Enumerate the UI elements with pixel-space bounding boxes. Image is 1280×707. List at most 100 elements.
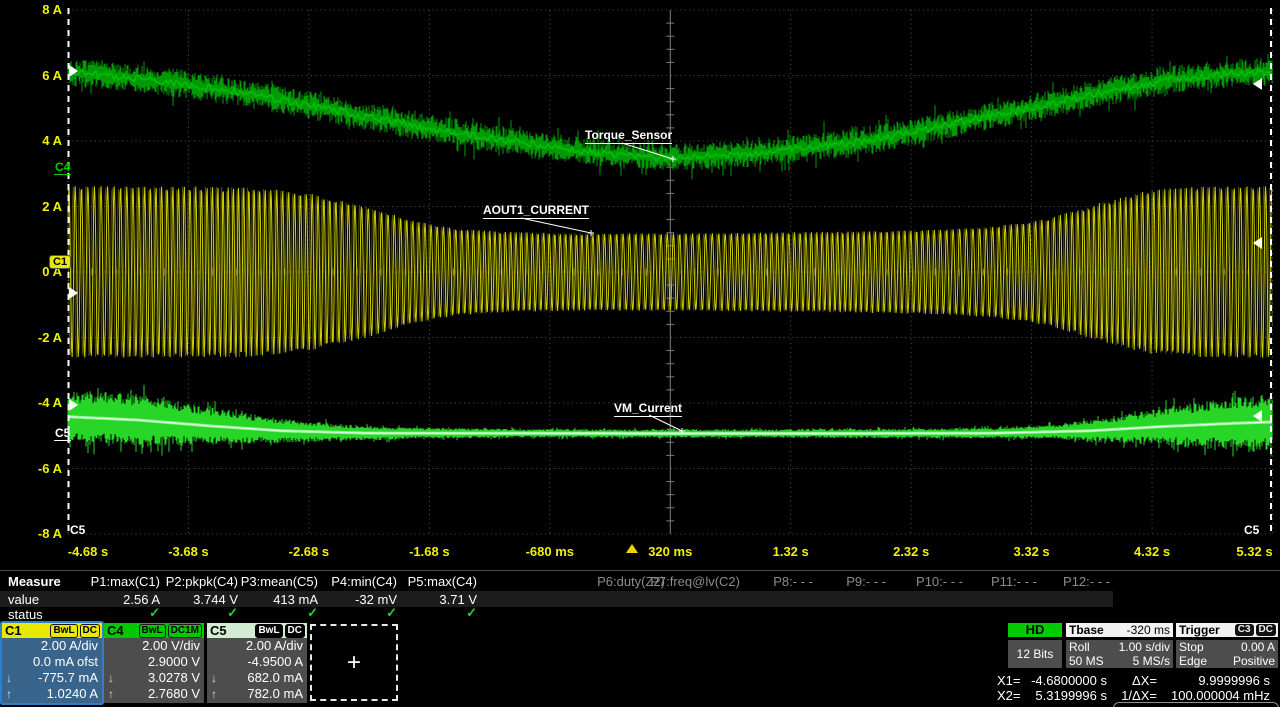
hd-resolution[interactable]: 12 Bits — [1008, 640, 1062, 668]
channel-badge: BwL — [255, 624, 282, 638]
channel-max: ↑1.0240 A — [2, 686, 102, 702]
timebase-rate: 5 MS/s — [1133, 654, 1170, 668]
trigger-box[interactable]: Trigger C3 DC Stop 0.00 A Edge Positive — [1176, 623, 1278, 668]
timebase-box[interactable]: Tbase -320 ms Roll 1.00 s/div 50 MS 5 MS… — [1066, 623, 1173, 668]
channel-minmax-value: -775.7 mA — [12, 670, 102, 686]
channel-marker-C1[interactable]: C1 — [49, 255, 71, 269]
channel-min: ↓3.0278 V — [104, 670, 204, 686]
arrow-up-icon: ↑ — [2, 686, 12, 702]
arrow-down-icon: ↓ — [207, 670, 217, 686]
channel-max: ↑2.7680 V — [104, 686, 204, 702]
x-axis-label: -2.68 s — [264, 544, 354, 559]
trace-label[interactable]: VM_Current — [614, 401, 682, 417]
x1-value: -4.6800000 s — [1012, 673, 1107, 688]
x-axis-label: -680 ms — [505, 544, 595, 559]
arrow-down-icon: ↓ — [104, 670, 114, 686]
y-axis-label: -6 A — [6, 461, 62, 476]
channel-minmax-value: 2.7680 V — [114, 686, 204, 702]
x-axis-label: 3.32 s — [987, 544, 1077, 559]
arrow-down-icon: ↓ — [2, 670, 12, 686]
channel-badge: BwL — [139, 624, 166, 638]
timebase-record: 50 MS — [1069, 654, 1133, 668]
x2-value: 5.3199996 s — [1012, 688, 1107, 703]
inv-dx-label: 1/ΔX= — [1102, 688, 1157, 703]
arrow-up-icon: ↑ — [104, 686, 114, 702]
cursor-trace-mark-left — [69, 65, 78, 77]
channel-badge: DC — [80, 624, 100, 638]
trigger-position-marker[interactable] — [626, 544, 638, 553]
channel-badge: DC — [285, 624, 305, 638]
trigger-mode: Stop — [1179, 640, 1241, 654]
channel-box-C5[interactable]: C5BwLDC2.00 A/div-4.9500 A↓682.0 mA↑782.… — [207, 623, 307, 703]
timebase-scale: 1.00 s/div — [1119, 640, 1170, 654]
channel-body-C1: 2.00 A/div0.0 mA ofst↓-775.7 mA↑1.0240 A — [2, 638, 102, 703]
channel-scale: 2.00 V/div — [104, 638, 204, 654]
x-axis-label: 5.32 s — [1210, 544, 1280, 559]
x-axis-label: -4.68 s — [43, 544, 133, 559]
channel-min: ↓-775.7 mA — [2, 670, 102, 686]
trigger-level: 0.00 A — [1241, 640, 1275, 654]
add-trace-button[interactable]: + — [310, 624, 398, 701]
channel-marker-C4[interactable]: C4 — [54, 160, 71, 175]
channel-offset: 2.9000 V — [104, 654, 204, 670]
channel-box-C1[interactable]: C1BwLDC2.00 A/div0.0 mA ofst↓-775.7 mA↑1… — [2, 623, 102, 703]
cursor-trace-mark-left — [69, 399, 78, 411]
channel-marker-C5[interactable]: C5 — [54, 426, 71, 441]
channel-id-label: C5 — [207, 623, 255, 638]
x-axis-label: 4.32 s — [1107, 544, 1197, 559]
x-axis-label: -1.68 s — [384, 544, 474, 559]
arrow-up-icon: ↑ — [207, 686, 217, 702]
plus-icon: + — [347, 649, 361, 677]
channel-id-label: C4 — [104, 623, 139, 638]
y-axis-label: 4 A — [6, 133, 62, 148]
measure-param-header[interactable]: P5:max(C4) — [317, 574, 477, 589]
channel-badge: BwL — [50, 624, 77, 638]
trigger-slope: Positive — [1233, 654, 1275, 668]
x-axis-label: 2.32 s — [866, 544, 956, 559]
channel-header-C1[interactable]: C1BwLDC — [2, 623, 102, 638]
x-axis-label: -3.68 s — [143, 544, 233, 559]
channel-scale: 2.00 A/div — [2, 638, 102, 654]
trace-label[interactable]: Torque_Sensor — [585, 128, 672, 144]
measure-param-header[interactable]: P12:- - - — [950, 574, 1110, 589]
channel-scale: 2.00 A/div — [207, 638, 307, 654]
measure-status-check: ✓ — [317, 605, 483, 621]
trigger-source-badge: C3 — [1235, 624, 1254, 636]
x-axis-label: 1.32 s — [746, 544, 836, 559]
trigger-type: Edge — [1179, 654, 1233, 668]
cursor-trace-mark-right — [1253, 78, 1262, 90]
channel-body-C4: 2.00 V/div2.9000 V↓3.0278 V↑2.7680 V — [104, 638, 204, 703]
timebase-title: Tbase — [1066, 623, 1127, 637]
trace-label[interactable]: AOUT1_CURRENT — [483, 203, 589, 219]
channel-minmax-value: 782.0 mA — [217, 686, 307, 702]
channel-minmax-value: 682.0 mA — [217, 670, 307, 686]
channel-body-C5: 2.00 A/div-4.9500 A↓682.0 mA↑782.0 mA — [207, 638, 307, 703]
channel-header-C5[interactable]: C5BwLDC — [207, 623, 307, 638]
channel-box-C4[interactable]: C4BwLDC1M2.00 V/div2.9000 V↓3.0278 V↑2.7… — [104, 623, 204, 703]
channel-badge: DC1M — [168, 624, 202, 638]
dx-label: ΔX= — [1112, 673, 1157, 688]
timebase-mode: Roll — [1069, 640, 1119, 654]
channel-offset: 0.0 mA ofst — [2, 654, 102, 670]
channel-min: ↓682.0 mA — [207, 670, 307, 686]
timebase-delay: -320 ms — [1127, 623, 1173, 637]
channel-minmax-value: 3.0278 V — [114, 670, 204, 686]
hd-mode-badge[interactable]: HD — [1008, 623, 1062, 637]
channel-header-C4[interactable]: C4BwLDC1M — [104, 623, 204, 638]
popup-edge — [1113, 702, 1279, 707]
x-axis-label: 320 ms — [625, 544, 715, 559]
grid-corner-label-left: C5 — [70, 523, 85, 537]
trigger-title: Trigger — [1176, 623, 1235, 637]
plot-overlays: 8 A6 A4 A2 A0 A-2 A-4 A-6 A-8 A-4.68 s-3… — [0, 0, 1280, 570]
cursor-trace-mark-left — [69, 287, 78, 299]
y-axis-label: -2 A — [6, 330, 62, 345]
grid-corner-label-right: C5 — [1244, 523, 1259, 537]
cursor-trace-mark-right — [1253, 237, 1262, 249]
channel-minmax-value: 1.0240 A — [12, 686, 102, 702]
trigger-coupling-badge: DC — [1256, 624, 1276, 636]
oscilloscope-screen: 8 A6 A4 A2 A0 A-2 A-4 A-6 A-8 A-4.68 s-3… — [0, 0, 1280, 707]
dx-value: 9.9999996 s — [1158, 673, 1270, 688]
channel-id-label: C1 — [2, 623, 50, 638]
waveform-display[interactable]: 8 A6 A4 A2 A0 A-2 A-4 A-6 A-8 A-4.68 s-3… — [0, 0, 1280, 570]
channel-max: ↑782.0 mA — [207, 686, 307, 702]
